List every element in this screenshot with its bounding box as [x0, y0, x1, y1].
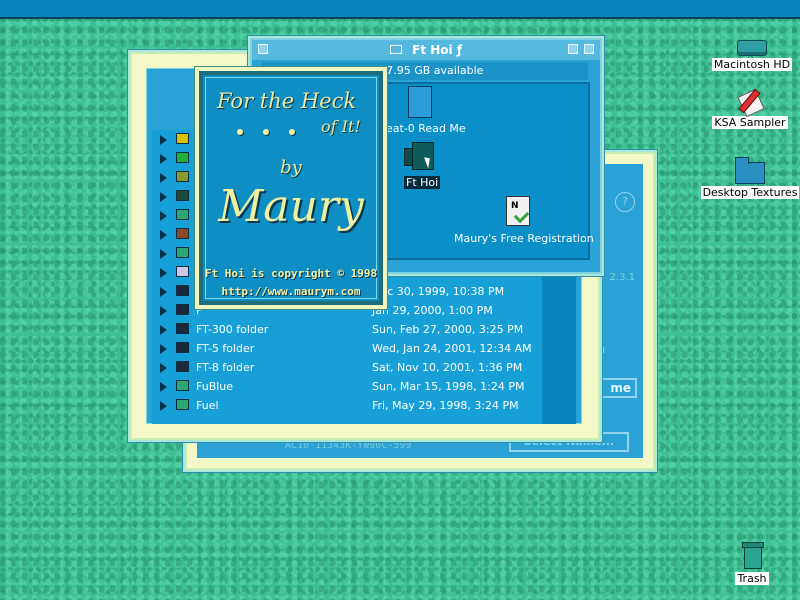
folder-icon: [735, 157, 765, 184]
disclosure-triangle-icon[interactable]: [160, 344, 167, 354]
decorative-dot: [289, 129, 295, 135]
document-icon: [176, 342, 189, 353]
disclosure-triangle-icon[interactable]: [160, 173, 167, 183]
folder-icon: [389, 45, 402, 54]
folder-icon: [176, 209, 189, 220]
folder-icon: [176, 380, 189, 391]
desktop-item-label: Desktop Textures: [700, 186, 800, 199]
disclosure-triangle-icon[interactable]: [160, 249, 167, 259]
folder-icon: [176, 247, 189, 258]
menu-bar[interactable]: [0, 0, 800, 19]
disclosure-triangle-icon[interactable]: [160, 382, 167, 392]
disclosure-triangle-icon[interactable]: [160, 363, 167, 373]
decorative-dot: [263, 129, 269, 135]
help-icon[interactable]: ?: [615, 192, 635, 212]
disclosure-triangle-icon[interactable]: [160, 401, 167, 411]
ft-hoi-label[interactable]: Ft Hoi: [404, 176, 441, 189]
desktop-item-trash[interactable]: Trash: [702, 542, 800, 585]
version-label: 2.3.1: [609, 272, 635, 283]
list-item-name: FuBlue: [196, 380, 234, 393]
picture-icon: [176, 228, 189, 239]
document-icon: [176, 323, 189, 334]
pencil-document-icon: [737, 88, 765, 118]
disclosure-triangle-icon[interactable]: [160, 135, 167, 145]
desktop-item-label: Macintosh HD: [711, 58, 793, 71]
registration-code: AC10-11343K-YW90C-599: [285, 440, 412, 451]
disclosure-triangle-icon[interactable]: [160, 306, 167, 316]
splash-url: http://www.maurym.com: [221, 285, 361, 298]
list-item[interactable]: FT-300 folder Sun, Feb 27, 2000, 3:25 PM: [152, 320, 572, 339]
desktop-item-label: Trash: [735, 572, 769, 585]
list-item-date: Sun, Feb 27, 2000, 3:25 PM: [372, 323, 524, 336]
list-item[interactable]: Fuel Fri, May 29, 1998, 3:24 PM: [152, 396, 572, 415]
disclosure-triangle-icon[interactable]: [160, 325, 167, 335]
document-icon: [176, 304, 189, 315]
disclosure-triangle-icon[interactable]: [160, 192, 167, 202]
ft-hoi-app-icon[interactable]: [404, 142, 434, 172]
document-icon: [176, 285, 189, 296]
splash-title-line2: of It!: [321, 117, 361, 136]
list-item-name: FT-8 folder: [196, 361, 255, 374]
splash-panel: For the Heck of It! by Maury Ft Hoi is c…: [199, 71, 383, 305]
splash-by: by: [280, 157, 302, 178]
read-me-label[interactable]: eat-0 Read Me: [386, 122, 466, 135]
list-item[interactable]: FT-5 folder Wed, Jan 24, 2001, 12:34 AM: [152, 339, 572, 358]
list-item-date: Sun, Mar 15, 1998, 1:24 PM: [372, 380, 525, 393]
list-item-name: FT-5 folder: [196, 342, 255, 355]
desktop-item-label: KSA Sampler: [712, 116, 788, 129]
desktop-item-desktop-textures[interactable]: Desktop Textures: [700, 157, 800, 199]
disclosure-triangle-icon[interactable]: [160, 154, 167, 164]
splash-copyright: Ft Hoi is copyright © 1998: [204, 267, 378, 280]
list-item-name: Fuel: [196, 399, 219, 412]
collapse-box-icon[interactable]: [584, 44, 594, 54]
window-titlebar[interactable]: Ft Hoi ƒ: [252, 40, 600, 60]
disclosure-triangle-icon[interactable]: [160, 211, 167, 221]
list-item-date: Jan 29, 2000, 1:00 PM: [372, 304, 493, 317]
list-item-date: Fri, May 29, 1998, 3:24 PM: [372, 399, 519, 412]
registration-label[interactable]: Maury's Free Registration: [454, 232, 594, 245]
disclosure-triangle-icon[interactable]: [160, 230, 167, 240]
desktop-item-ksa-sampler[interactable]: KSA Sampler: [700, 88, 800, 129]
window-title: Ft Hoi ƒ: [412, 43, 463, 57]
document-icon: [176, 361, 189, 372]
list-item[interactable]: FuBlue Sun, Mar 15, 1998, 1:24 PM: [152, 377, 572, 396]
read-me-document-icon[interactable]: [408, 86, 432, 118]
texture-icon: [176, 171, 189, 182]
folder-icon: [176, 399, 189, 410]
splash-author: Maury: [218, 181, 364, 232]
list-item-date: Dec 30, 1999, 10:38 PM: [372, 285, 505, 298]
hard-drive-icon: [737, 40, 767, 56]
disclosure-triangle-icon[interactable]: [160, 268, 167, 278]
list-item-date: Sat, Nov 10, 2001, 1:36 PM: [372, 361, 523, 374]
list-item[interactable]: FT-8 folder Sat, Nov 10, 2001, 1:36 PM: [152, 358, 572, 377]
grid-icon: [176, 266, 189, 277]
list-item-name: FT-300 folder: [196, 323, 269, 336]
registration-app-icon[interactable]: N: [506, 196, 530, 226]
disclosure-triangle-icon[interactable]: [160, 287, 167, 297]
picture-icon: [176, 190, 189, 201]
app-icon: [176, 152, 189, 163]
desktop-item-macintosh-hd[interactable]: Macintosh HD: [702, 40, 800, 71]
list-item-date: Wed, Jan 24, 2001, 12:34 AM: [372, 342, 532, 355]
zoom-box-icon[interactable]: [568, 44, 578, 54]
splash-title-line1: For the Heck: [217, 89, 357, 113]
trash-icon: [740, 542, 764, 570]
close-box-icon[interactable]: [258, 44, 268, 54]
decorative-dot: [237, 129, 243, 135]
splash-screen[interactable]: For the Heck of It! by Maury Ft Hoi is c…: [194, 66, 388, 310]
name-button-label: me: [610, 381, 631, 395]
app-icon: [176, 133, 189, 144]
